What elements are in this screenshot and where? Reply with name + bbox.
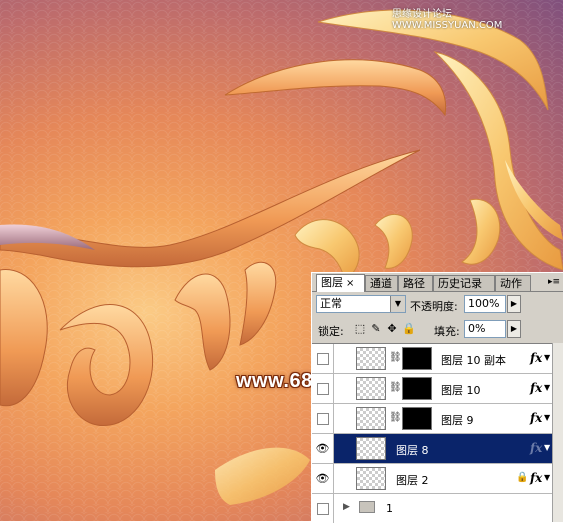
layer-thumbnail [356, 467, 386, 490]
layers-panel: 图层 × 通道 路径 历史记录 动作 ▸≡ 正常 ▼ 不透明度: 100% ▶ 锁… [311, 272, 563, 523]
folder-icon [359, 501, 375, 513]
panel-menu-icon[interactable]: ▸≡ [548, 276, 560, 288]
layer-mask-thumbnail[interactable] [402, 407, 432, 430]
group-name[interactable]: 1 [386, 502, 393, 515]
link-icon: ⛓ [389, 352, 402, 363]
layer-thumbnail [356, 407, 386, 430]
fx-icon[interactable]: fx [530, 411, 542, 425]
expand-effects-icon[interactable]: ▼ [544, 353, 550, 362]
blend-mode-select[interactable]: 正常 ▼ [316, 295, 406, 313]
expand-effects-icon[interactable]: ▼ [544, 443, 550, 452]
lock-label: 锁定: [318, 325, 344, 338]
tab-channels[interactable]: 通道 [365, 275, 398, 291]
chevron-down-icon: ▼ [390, 296, 405, 312]
layer-mask-thumbnail[interactable] [402, 377, 432, 400]
layer-name[interactable]: 图层 10 副本 [441, 352, 506, 368]
fill-label: 填充: [434, 325, 460, 338]
opacity-slider-arrow-icon[interactable]: ▶ [507, 295, 521, 313]
expand-effects-icon[interactable]: ▼ [544, 383, 550, 392]
visibility-toggle[interactable] [312, 404, 334, 433]
opacity-input[interactable]: 100% [464, 295, 506, 313]
layer-thumbnail [356, 437, 386, 460]
lock-transparency-icon[interactable]: ⬚ [354, 322, 366, 336]
panel-tabs: 图层 × 通道 路径 历史记录 动作 ▸≡ [312, 273, 563, 292]
layer-name[interactable]: 图层 10 [441, 382, 481, 398]
fx-icon[interactable]: fx [530, 441, 542, 455]
expand-triangle-icon[interactable]: ▶ [343, 502, 350, 512]
expand-effects-icon[interactable]: ▼ [544, 473, 550, 482]
visibility-toggle[interactable] [312, 374, 334, 403]
tab-layers-label: 图层 [321, 276, 343, 289]
fill-input[interactable]: 0% [464, 320, 506, 338]
lock-image-icon[interactable]: ✎ [370, 322, 382, 336]
fx-icon[interactable]: fx [530, 381, 542, 395]
fill-slider-arrow-icon[interactable]: ▶ [507, 320, 521, 338]
layer-name[interactable]: 图层 9 [441, 412, 474, 428]
tab-actions[interactable]: 动作 [495, 275, 531, 291]
visibility-toggle[interactable] [312, 494, 334, 523]
close-icon[interactable]: × [346, 278, 354, 289]
layer-group-row[interactable]: ▶ 1 [312, 494, 552, 523]
tab-paths[interactable]: 路径 [398, 275, 433, 291]
layer-thumbnail [356, 377, 386, 400]
lock-all-icon[interactable]: 🔒 [402, 322, 416, 336]
layer-row[interactable]: ⛓ 图层 9 fx ▼ [312, 404, 552, 434]
layer-name[interactable]: 图层 8 [396, 442, 429, 458]
eye-icon[interactable]: 👁 [312, 464, 334, 493]
tab-layers[interactable]: 图层 × [316, 274, 365, 292]
layer-row-selected[interactable]: 👁 图层 8 fx ▼ [312, 434, 552, 464]
layer-mask-thumbnail[interactable] [402, 347, 432, 370]
opacity-label: 不透明度: [410, 300, 458, 313]
lock-icon: 🔒 [516, 472, 529, 483]
layer-thumbnail [356, 347, 386, 370]
layers-list: ⛓ 图层 10 副本 fx ▼ ⛓ 图层 10 fx ▼ ⛓ 图层 9 fx ▼ [312, 343, 552, 523]
layer-row[interactable]: ⛓ 图层 10 副本 fx ▼ [312, 344, 552, 374]
fx-icon[interactable]: fx [530, 351, 542, 365]
expand-effects-icon[interactable]: ▼ [544, 413, 550, 422]
watermark-top: 思缘设计论坛 WWW.MISSYUAN.COM [392, 9, 503, 31]
lock-position-icon[interactable]: ✥ [386, 322, 398, 336]
tab-history[interactable]: 历史记录 [433, 275, 495, 291]
eye-icon[interactable]: 👁 [312, 434, 334, 463]
link-icon: ⛓ [389, 412, 402, 423]
visibility-toggle[interactable] [312, 344, 334, 373]
fx-icon[interactable]: fx [530, 471, 542, 485]
layer-name[interactable]: 图层 2 [396, 472, 429, 488]
layers-scrollbar[interactable] [552, 343, 563, 522]
layer-row[interactable]: ⛓ 图层 10 fx ▼ [312, 374, 552, 404]
layer-row[interactable]: 👁 图层 2 🔒 fx ▼ [312, 464, 552, 494]
blend-mode-value: 正常 [320, 297, 342, 310]
link-icon: ⛓ [389, 382, 402, 393]
